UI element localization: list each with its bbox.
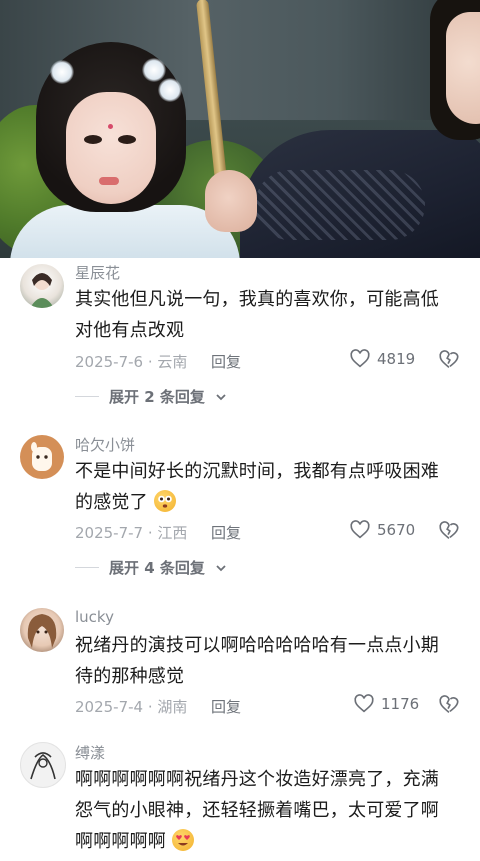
- expand-replies-label: 展开 4 条回复: [109, 559, 205, 577]
- user-avatar[interactable]: [20, 264, 64, 308]
- expand-replies-button[interactable]: 展开 4 条回复: [75, 557, 227, 578]
- comment-username[interactable]: 缚漾: [75, 742, 105, 763]
- like-count: 5670: [377, 521, 416, 539]
- actress-lips: [99, 177, 119, 185]
- comment-text-body: 不是中间好长的沉默时间，我都有点呼吸困难的感觉了: [75, 461, 439, 513]
- comment-item: lucky 祝绪丹的演技可以啊哈哈哈哈哈有一点点小期待的那种感觉 2025-7-…: [0, 604, 480, 734]
- heart-icon: [350, 520, 370, 539]
- expand-replies-label: 展开 2 条回复: [109, 388, 205, 406]
- comment-text[interactable]: 其实他但凡说一句，我真的喜欢你，可能高低对他有点改观: [75, 284, 455, 346]
- actress-eye: [118, 135, 136, 144]
- actor-face: [446, 12, 480, 124]
- user-avatar[interactable]: [20, 608, 64, 652]
- user-avatar[interactable]: [20, 435, 64, 479]
- reply-button[interactable]: 回复: [211, 351, 241, 372]
- comment-username[interactable]: 哈欠小饼: [75, 434, 135, 455]
- comment-item: 哈欠小饼 不是中间好长的沉默时间，我都有点呼吸困难的感觉了 2025-7-7 ·…: [0, 430, 480, 600]
- forehead-mark: [108, 124, 113, 129]
- chevron-down-icon: [216, 393, 226, 400]
- like-button[interactable]: 1176: [353, 693, 419, 715]
- actor-hand: [205, 170, 257, 232]
- hair-ornament: [158, 78, 182, 102]
- expand-replies-button[interactable]: 展开 2 条回复: [75, 386, 227, 407]
- robe-pattern: [255, 170, 425, 240]
- hair-ornament: [50, 60, 74, 84]
- broken-heart-icon[interactable]: [438, 694, 460, 716]
- heart-eyes-emoji: [171, 829, 194, 851]
- chevron-down-icon: [216, 564, 226, 571]
- comment-date-location: 2025-7-7 · 江西: [75, 524, 188, 542]
- comment-text[interactable]: 啊啊啊啊啊啊祝绪丹这个妆造好漂亮了，充满怨气的小眼神，还轻轻撅着嘴巴，太可爱了啊…: [75, 764, 455, 857]
- reply-button[interactable]: 回复: [211, 522, 241, 543]
- like-button[interactable]: 4819: [349, 348, 415, 370]
- flushed-face-emoji: [153, 490, 176, 512]
- user-avatar[interactable]: [20, 742, 66, 788]
- actress-eye: [84, 135, 102, 144]
- comment-text-body: 啊啊啊啊啊啊祝绪丹这个妆造好漂亮了，充满怨气的小眼神，还轻轻撅着嘴巴，太可爱了啊…: [75, 769, 439, 852]
- comment-item: 缚漾 啊啊啊啊啊啊祝绪丹这个妆造好漂亮了，充满怨气的小眼神，还轻轻撅着嘴巴，太可…: [0, 738, 480, 853]
- video-frame[interactable]: [0, 0, 480, 258]
- comment-date-location: 2025-7-4 · 湖南: [75, 698, 188, 716]
- expand-divider: [75, 396, 99, 397]
- broken-heart-icon[interactable]: [438, 349, 460, 371]
- actress-face: [66, 92, 156, 204]
- like-count: 1176: [381, 695, 420, 713]
- heart-icon: [354, 694, 374, 713]
- broken-heart-icon[interactable]: [438, 520, 460, 542]
- hair-ornament: [142, 58, 166, 82]
- comment-item: 星辰花 其实他但凡说一句，我真的喜欢你，可能高低对他有点改观 2025-7-6 …: [0, 258, 480, 428]
- comment-date-location: 2025-7-6 · 云南: [75, 353, 188, 371]
- reply-button[interactable]: 回复: [211, 696, 241, 717]
- comment-username[interactable]: 星辰花: [75, 262, 120, 283]
- like-count: 4819: [377, 350, 416, 368]
- comment-username[interactable]: lucky: [75, 608, 114, 626]
- comment-text[interactable]: 不是中间好长的沉默时间，我都有点呼吸困难的感觉了: [75, 456, 455, 518]
- comment-text[interactable]: 祝绪丹的演技可以啊哈哈哈哈哈有一点点小期待的那种感觉: [75, 630, 455, 692]
- like-button[interactable]: 5670: [349, 519, 415, 541]
- heart-icon: [350, 349, 370, 368]
- expand-divider: [75, 567, 99, 568]
